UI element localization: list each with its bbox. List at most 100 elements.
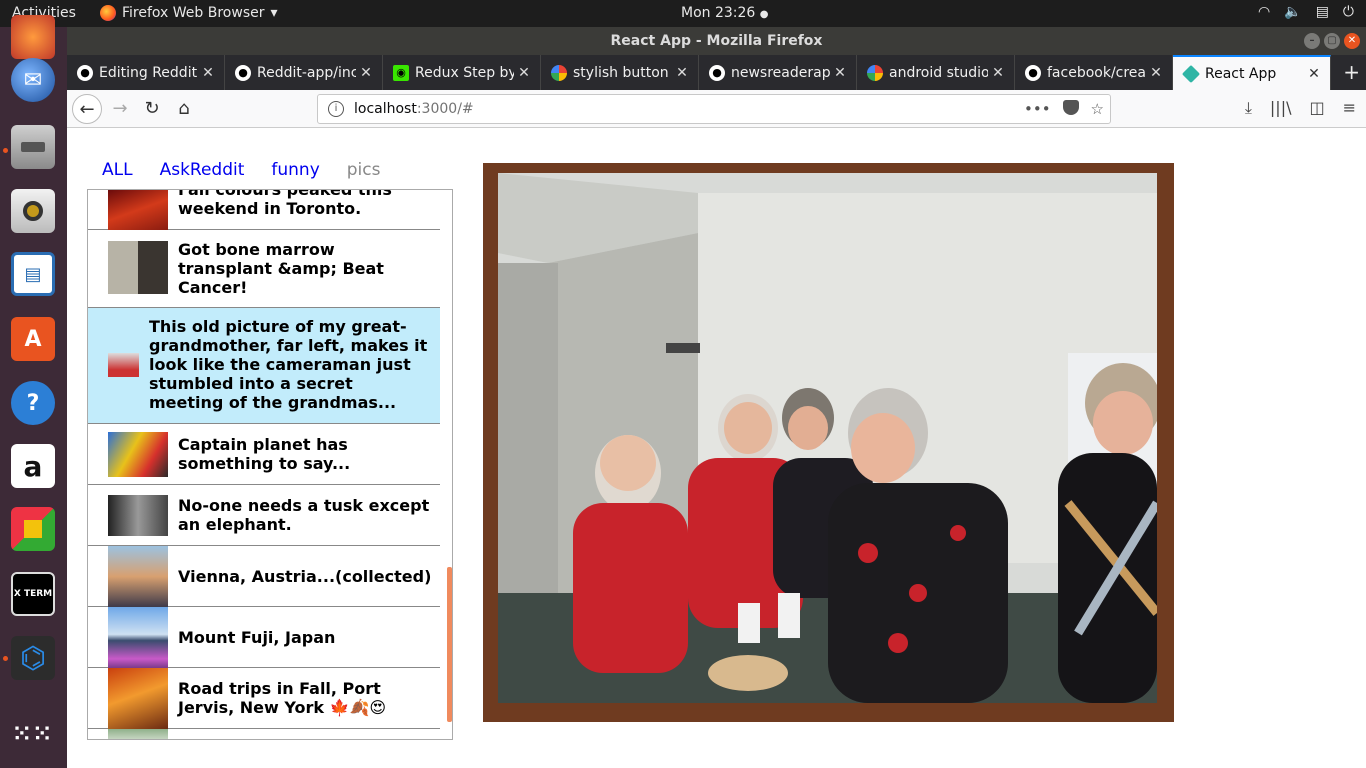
post-title: Mount Fuji, Japan [178, 628, 336, 647]
amazon-icon[interactable]: a [11, 444, 55, 488]
writer-icon[interactable]: ▤ [11, 252, 55, 296]
post-list[interactable]: Fall colours peaked this weekend in Toro… [87, 189, 453, 740]
list-item[interactable]: Mount Fuji, Japan [88, 607, 440, 668]
tab-redux-step[interactable]: ◉ Redux Step by ✕ [383, 55, 541, 90]
notification-dot-icon: ● [759, 9, 769, 20]
power-icon[interactable]: ⏻ [1343, 4, 1354, 20]
system-tray[interactable]: ◠ 🔈 ▤ ⏻ [1258, 4, 1354, 20]
clipboard-icon[interactable]: ▤ [1316, 4, 1329, 20]
window-titlebar[interactable]: React App - Mozilla Firefox – ▢ ✕ [67, 27, 1366, 55]
github-icon: ● [709, 64, 725, 81]
list-scrollbar[interactable] [447, 567, 452, 722]
home-button[interactable]: ⌂ [169, 94, 199, 124]
tab-close-icon[interactable]: ✕ [198, 65, 218, 81]
pocket-icon[interactable] [1062, 100, 1079, 115]
list-item[interactable]: No-one needs a tusk except an elephant. [88, 485, 440, 546]
github-icon: ● [1025, 64, 1041, 81]
post-thumbnail [108, 353, 139, 377]
url-bar[interactable]: i localhost:3000/# ••• ☆ [317, 94, 1111, 124]
launcher-dock: ✉ ▤ A ? a X TERM ⌬ ⁙⁙ [0, 15, 67, 768]
list-item[interactable]: Fall colours peaked this weekend in Toro… [88, 189, 440, 230]
vscode-icon[interactable]: ⌬ [11, 636, 55, 680]
amazon-glyph: a [23, 449, 43, 483]
list-item[interactable]: Vienna, Austria...(collected) [88, 546, 440, 607]
thunderbird-icon[interactable]: ✉ [11, 58, 55, 102]
tab-android-studio[interactable]: android studio ✕ [857, 55, 1015, 90]
post-title: No-one needs a tusk except an elephant. [178, 496, 430, 534]
hamburger-menu-icon[interactable]: ≡ [1343, 98, 1356, 118]
reload-button[interactable]: ↻ [137, 94, 167, 124]
tab-reddit-app[interactable]: ● Reddit-app/inc ✕ [225, 55, 383, 90]
close-window-button[interactable]: ✕ [1344, 33, 1360, 49]
clock-label: Mon 23:26 [681, 5, 756, 21]
tab-label: Reddit-app/inc [257, 64, 356, 81]
volume-icon[interactable]: 🔈 [1284, 4, 1301, 20]
page-content: ALL AskReddit funny pics Fall colours pe… [67, 128, 1366, 768]
new-tab-button[interactable]: + [1343, 60, 1360, 84]
tab-close-icon[interactable]: ✕ [514, 65, 534, 81]
tab-close-icon[interactable]: ✕ [1304, 66, 1324, 82]
nav-link-pics[interactable]: pics [347, 160, 381, 180]
xterm-label: X TERM [13, 589, 53, 599]
post-thumbnail [108, 241, 168, 294]
tab-newsreaderapp[interactable]: ● newsreaderap ✕ [699, 55, 857, 90]
post-title: Fall colours peaked this weekend in Toro… [178, 189, 392, 218]
firefox-icon [100, 5, 116, 21]
list-item[interactable]: Road trips in Fall, Port Jervis, New Yor… [88, 668, 440, 729]
xterm-icon[interactable]: X TERM [11, 572, 55, 616]
help-glyph: ? [26, 390, 40, 416]
tab-react-app[interactable]: React App ✕ [1173, 55, 1331, 90]
app-menu-label: Firefox Web Browser [122, 5, 265, 21]
page-actions-icon[interactable]: ••• [1024, 100, 1051, 118]
google-icon [867, 64, 883, 81]
minimize-button[interactable]: – [1304, 33, 1320, 49]
window-title: React App - Mozilla Firefox [610, 33, 823, 49]
tab-close-icon[interactable]: ✕ [988, 65, 1008, 81]
office-icon[interactable] [11, 507, 55, 551]
nav-link-funny[interactable]: funny [271, 160, 319, 180]
site-info-icon[interactable]: i [328, 101, 344, 117]
tab-close-icon[interactable]: ✕ [830, 65, 850, 81]
tab-close-icon[interactable]: ✕ [672, 65, 692, 81]
firefox-icon[interactable] [11, 15, 55, 59]
list-item[interactable]: Got bone marrow transplant &amp; Beat Ca… [88, 230, 440, 308]
tab-label: android studio [889, 64, 988, 81]
url-path: :3000/# [416, 101, 474, 117]
tab-label: facebook/crea [1047, 64, 1146, 81]
clock[interactable]: Mon 23:26 ● [681, 5, 769, 21]
network-icon[interactable]: ◠ [1258, 4, 1270, 20]
nav-link-askreddit[interactable]: AskReddit [160, 160, 245, 180]
list-item-selected[interactable]: This old picture of my great-grandmother… [88, 308, 440, 424]
library-icon[interactable]: |||\ [1270, 98, 1292, 118]
forward-button[interactable]: → [105, 94, 135, 124]
redux-icon: ◉ [393, 64, 409, 81]
chevron-down-icon: ▾ [270, 5, 278, 21]
files-icon[interactable] [11, 125, 55, 169]
maximize-button[interactable]: ▢ [1324, 33, 1340, 49]
download-icon[interactable]: ⤓ [1245, 98, 1252, 118]
list-item[interactable] [88, 729, 440, 739]
tab-stylish-button[interactable]: stylish button ✕ [541, 55, 699, 90]
post-thumbnail [108, 190, 168, 230]
bookmark-star-icon[interactable]: ☆ [1091, 100, 1104, 118]
rhythmbox-icon[interactable] [11, 189, 55, 233]
app-menu[interactable]: Firefox Web Browser ▾ [100, 5, 278, 21]
tab-close-icon[interactable]: ✕ [1146, 65, 1166, 81]
software-center-icon[interactable]: A [11, 317, 55, 361]
tab-facebook-create[interactable]: ● facebook/crea ✕ [1015, 55, 1173, 90]
tab-editing-reddit[interactable]: ● Editing Reddit ✕ [67, 55, 225, 90]
tab-close-icon[interactable]: ✕ [356, 65, 376, 81]
subreddit-nav: ALL AskReddit funny pics [102, 160, 380, 180]
post-thumbnail [108, 495, 168, 536]
top-panel: Activities Firefox Web Browser ▾ Mon 23:… [0, 0, 1366, 27]
post-image [483, 163, 1174, 722]
back-button[interactable]: ← [72, 94, 102, 124]
app-grid-icon[interactable]: ⁙⁙ [11, 712, 55, 756]
help-icon[interactable]: ? [11, 381, 55, 425]
post-thumbnail [108, 729, 168, 739]
sidebar-icon[interactable]: ◫ [1309, 98, 1324, 118]
list-item[interactable]: Captain planet has something to say... [88, 424, 440, 485]
tab-strip: ● Editing Reddit ✕ ● Reddit-app/inc ✕ ◉ … [67, 55, 1366, 90]
nav-link-all[interactable]: ALL [102, 160, 133, 180]
post-title: Road trips in Fall, Port Jervis, New Yor… [178, 679, 387, 717]
